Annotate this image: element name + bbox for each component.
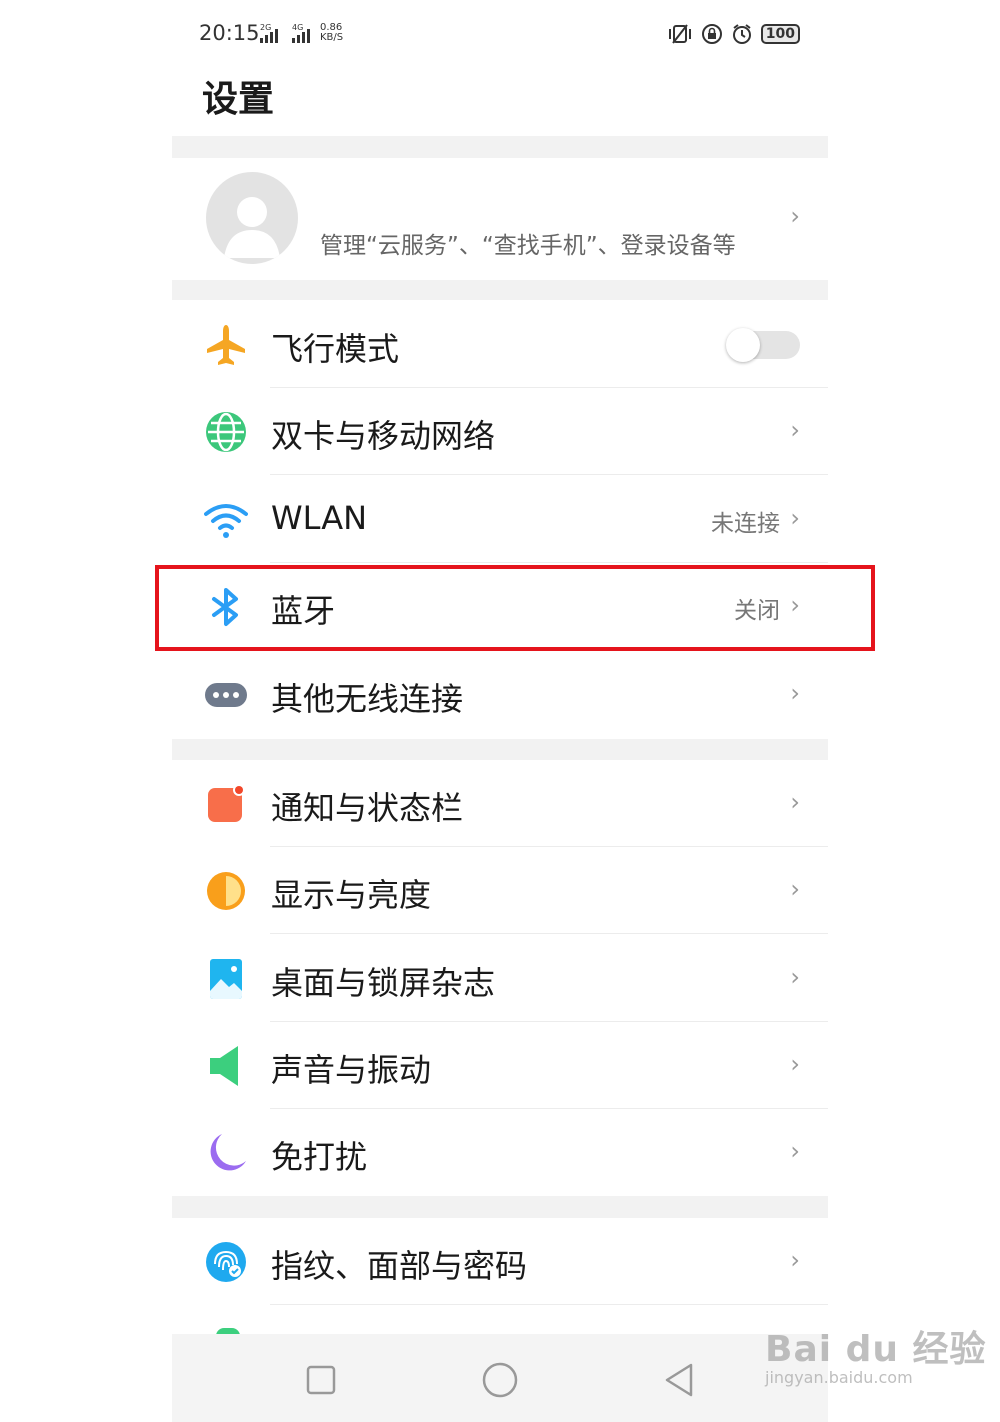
section-divider	[172, 280, 828, 300]
battery-indicator: 100	[760, 24, 800, 44]
settings-row-label: 其他无线连接	[271, 680, 464, 718]
chevron-right-icon: ›	[790, 963, 800, 991]
chevron-right-icon: ›	[790, 1246, 800, 1274]
settings-row-airplane-mode[interactable]: 飞行模式	[172, 301, 828, 388]
moon-icon	[210, 1134, 246, 1171]
chevron-right-icon: ›	[790, 875, 800, 903]
page-title: 设置	[202, 79, 275, 120]
toggle-knob	[726, 328, 760, 362]
brightness-icon	[207, 872, 245, 910]
baidu-jingyan-watermark: Bai du 经验 jingyan.baidu.com	[765, 1320, 987, 1387]
status-bar: 20:15 2G 4G 0.86 KB/S 100	[172, 14, 828, 54]
sim2-network-label: 4G	[292, 23, 304, 32]
watermark-logo: Bai du 经验	[765, 1329, 987, 1370]
row-divider	[270, 474, 828, 475]
alarm-icon	[732, 24, 751, 44]
account-row[interactable]: 管理“云服务”、“查找手机”、登录设备等 ›	[172, 158, 828, 280]
settings-row-other-wireless[interactable]: 其他无线连接 ›	[172, 651, 828, 738]
chevron-right-icon: ›	[790, 416, 800, 444]
settings-row-label: 免打扰	[271, 1138, 368, 1176]
settings-row-label: 桌面与锁屏杂志	[271, 964, 496, 1002]
settings-row-fingerprint-face-password[interactable]: 指纹、面部与密码 ›	[172, 1218, 828, 1305]
default-avatar-icon	[224, 197, 280, 258]
row-divider	[270, 1304, 828, 1305]
sim1-signal-icon: 2G	[260, 23, 278, 43]
screenshot-page: 20:15 2G 4G 0.86 KB/S 100 设置 管理“云服务”、“查找…	[0, 0, 1000, 1422]
fingerprint-icon	[206, 1242, 246, 1282]
airplane-mode-toggle[interactable]	[726, 328, 800, 362]
chevron-right-icon: ›	[790, 1137, 800, 1165]
wallpaper-icon	[210, 959, 242, 999]
settings-row-label: 双卡与移动网络	[271, 417, 496, 455]
sim2-signal-icon: 4G	[292, 23, 310, 43]
settings-row-notifications[interactable]: 通知与状态栏 ›	[172, 760, 828, 847]
settings-row-desktop-lockscreen[interactable]: 桌面与锁屏杂志 ›	[172, 935, 828, 1022]
more-connections-icon	[205, 683, 247, 707]
network-speed-unit: KB/S	[320, 32, 344, 43]
chevron-right-icon: ›	[790, 788, 800, 816]
network-speed: 0.86 KB/S	[320, 23, 343, 43]
section-divider	[172, 1196, 828, 1218]
home-icon[interactable]	[480, 1360, 520, 1400]
settings-row-label: 飞行模式	[271, 330, 400, 368]
recent-apps-icon[interactable]	[301, 1360, 341, 1400]
sim1-network-label: 2G	[260, 23, 272, 32]
rotation-lock-icon	[701, 24, 722, 44]
section-divider	[172, 739, 828, 760]
settings-row-dual-sim-mobile-network[interactable]: 双卡与移动网络 ›	[172, 388, 828, 475]
airplane-icon	[207, 325, 245, 365]
signal-indicators: 2G 4G 0.86 KB/S	[260, 23, 343, 43]
settings-screen: 20:15 2G 4G 0.86 KB/S 100 设置 管理“云服务”、“查找…	[172, 0, 828, 1422]
speaker-icon	[210, 1046, 238, 1086]
settings-row-label: 通知与状态栏	[271, 789, 464, 827]
chevron-right-icon: ›	[790, 504, 800, 532]
avatar[interactable]	[206, 172, 298, 264]
notification-icon	[208, 784, 245, 822]
bluetooth-highlight-box	[155, 565, 875, 651]
settings-row-sound-vibration[interactable]: 声音与振动 ›	[172, 1022, 828, 1109]
status-icons: 100	[667, 23, 800, 45]
vibrate-icon	[668, 24, 691, 44]
account-subtitle: 管理“云服务”、“查找手机”、登录设备等	[320, 233, 736, 259]
chevron-right-icon: ›	[790, 1050, 800, 1078]
section-divider	[172, 136, 828, 158]
settings-row-label: 显示与亮度	[271, 876, 432, 914]
settings-row-wlan[interactable]: WLAN 未连接 ›	[172, 476, 828, 563]
chevron-right-icon: ›	[790, 679, 800, 707]
settings-row-label: WLAN	[271, 499, 368, 537]
status-time: 20:15	[199, 21, 260, 45]
navigation-bar	[172, 1334, 828, 1422]
row-divider	[270, 933, 828, 934]
wifi-icon	[204, 504, 248, 538]
settings-row-label: 声音与振动	[271, 1051, 432, 1089]
chevron-right-icon: ›	[790, 202, 800, 230]
globe-icon	[206, 412, 246, 452]
back-icon[interactable]	[659, 1360, 699, 1400]
wlan-status: 未连接	[711, 511, 780, 537]
settings-row-label: 指纹、面部与密码	[271, 1247, 528, 1285]
settings-row-do-not-disturb[interactable]: 免打扰 ›	[172, 1109, 828, 1196]
settings-row-display-brightness[interactable]: 显示与亮度 ›	[172, 847, 828, 934]
